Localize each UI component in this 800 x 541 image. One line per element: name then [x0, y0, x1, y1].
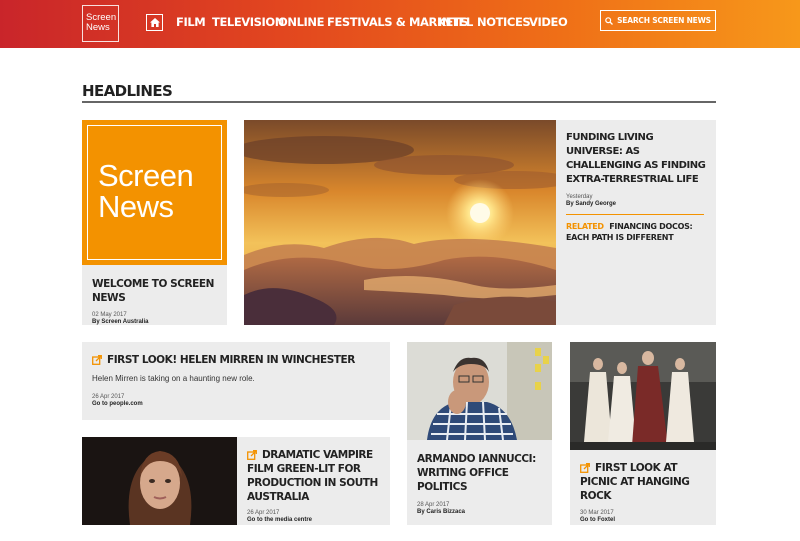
nav-video[interactable]: VIDEO [529, 15, 568, 29]
external-link-icon [247, 450, 257, 460]
screen-news-logo[interactable]: Screen News [82, 5, 119, 42]
feature-date: Yesterday [566, 194, 593, 200]
section-title: HEADLINES [82, 82, 173, 100]
home-button[interactable] [146, 14, 163, 31]
feature-byline: By Sandy George [566, 201, 617, 207]
period-drama-cast-image [570, 342, 716, 450]
search-icon [605, 16, 614, 25]
mirren-link[interactable]: Go to people.com [92, 401, 382, 407]
nav-online[interactable]: ONLINE [278, 15, 324, 29]
welcome-date: 02 May 2017 [92, 312, 127, 318]
mirren-summary: Helen Mirren is taking on a haunting new… [92, 374, 255, 383]
picnic-title[interactable]: FIRST LOOK AT PICNIC AT HANGING ROCK [580, 461, 712, 503]
picnic-photo [570, 342, 716, 450]
iannucci-photo [407, 342, 552, 440]
iannucci-card[interactable]: ARMANDO IANNUCCI: WRITING OFFICE POLITIC… [407, 342, 552, 525]
vampire-link[interactable]: Go to the media centre [247, 517, 387, 523]
welcome-logo-line-2: News [98, 189, 174, 224]
man-portrait-image [407, 342, 552, 440]
welcome-byline: By Screen Australia [92, 319, 149, 325]
woman-portrait-image [82, 437, 237, 525]
iannucci-byline: By Caris Bizzaca [417, 509, 466, 515]
welcome-title[interactable]: WELCOME TO SCREEN NEWS [92, 277, 222, 305]
mirren-card[interactable]: FIRST LOOK! HELEN MIRREN IN WINCHESTER H… [82, 342, 390, 420]
vampire-card[interactable]: DRAMATIC VAMPIRE FILM GREEN-LIT FOR PROD… [237, 437, 390, 525]
feature-title[interactable]: FUNDING LIVING UNIVERSE: AS CHALLENGING … [566, 131, 711, 187]
logo-line-2: News [86, 22, 110, 33]
iannucci-title[interactable]: ARMANDO IANNUCCI: WRITING OFFICE POLITIC… [417, 452, 547, 494]
external-link-icon [580, 463, 590, 473]
nav-notices[interactable]: NOTICES [477, 15, 531, 29]
related-article[interactable]: RELATED FINANCING DOCOS: EACH PATH IS DI… [566, 221, 711, 243]
welcome-logo-tile: Screen News [82, 120, 227, 265]
sunset-landscape-image [244, 120, 556, 325]
vampire-title[interactable]: DRAMATIC VAMPIRE FILM GREEN-LIT FOR PROD… [247, 448, 387, 504]
picnic-card[interactable]: FIRST LOOK AT PICNIC AT HANGING ROCK 30 … [570, 342, 716, 525]
nav-intel[interactable]: INTEL [438, 15, 473, 29]
related-divider [566, 214, 704, 215]
vampire-date: 26 Apr 2017 [247, 510, 280, 516]
iannucci-date: 28 Apr 2017 [417, 502, 450, 508]
feature-image[interactable] [244, 120, 556, 325]
search-button-label: SEARCH SCREEN NEWS [617, 16, 711, 25]
vampire-title-text: DRAMATIC VAMPIRE FILM GREEN-LIT FOR PROD… [247, 449, 378, 503]
picnic-date: 30 Mar 2017 [580, 510, 614, 516]
external-link-icon [92, 355, 102, 365]
feature-article-card[interactable]: FUNDING LIVING UNIVERSE: AS CHALLENGING … [556, 120, 716, 325]
welcome-logo-text: Screen News [98, 158, 194, 224]
nav-television[interactable]: TELEVISION [212, 15, 284, 29]
nav-film[interactable]: FILM [176, 15, 206, 29]
home-icon [149, 18, 160, 27]
picnic-title-text: FIRST LOOK AT PICNIC AT HANGING ROCK [580, 462, 690, 502]
search-button[interactable]: SEARCH SCREEN NEWS [600, 10, 716, 31]
mirren-date: 26 Apr 2017 [92, 394, 125, 400]
welcome-logo-line-1: Screen [98, 158, 194, 193]
section-divider [82, 101, 716, 103]
vampire-photo[interactable] [82, 437, 237, 525]
mirren-title-text: FIRST LOOK! HELEN MIRREN IN WINCHESTER [107, 354, 355, 366]
mirren-title[interactable]: FIRST LOOK! HELEN MIRREN IN WINCHESTER [92, 353, 382, 367]
picnic-link[interactable]: Go to Foxtel [580, 517, 712, 523]
welcome-card[interactable]: Screen News WELCOME TO SCREEN NEWS 02 Ma… [82, 120, 227, 325]
top-navigation-bar: Screen News FILM TELEVISION ONLINE FESTI… [0, 0, 800, 48]
related-label: RELATED [566, 222, 604, 231]
